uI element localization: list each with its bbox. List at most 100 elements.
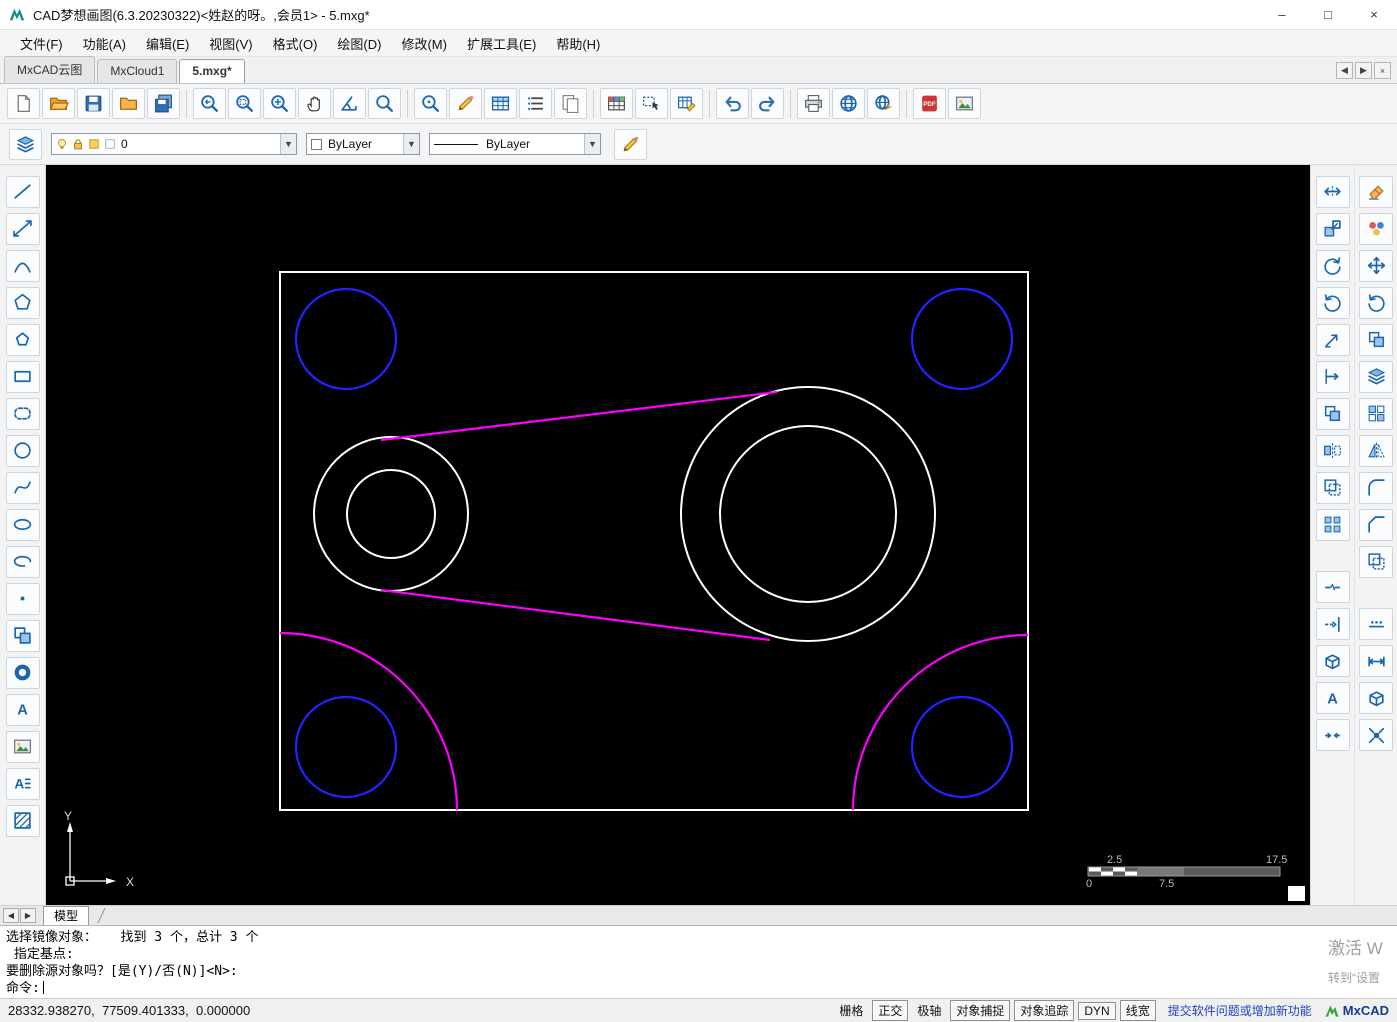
close-button[interactable]: × (1351, 0, 1397, 29)
menu-file[interactable]: 文件(F) (10, 31, 73, 56)
draw-mtext-button[interactable]: A (5, 767, 40, 800)
color-select[interactable]: ByLayer ▼ (306, 133, 420, 155)
erase-button[interactable] (1359, 175, 1393, 208)
explode-button[interactable] (1359, 719, 1393, 751)
web-button[interactable] (832, 88, 865, 119)
offset-button[interactable] (1315, 471, 1350, 504)
tab-scroll-right-button[interactable]: ▶ (1355, 62, 1372, 79)
measure-button[interactable] (333, 88, 366, 119)
rotate-ccw-button[interactable] (1315, 249, 1350, 282)
rotate-cw-button[interactable] (1315, 286, 1350, 319)
match-properties-button[interactable] (614, 128, 647, 160)
draw-point-button[interactable] (5, 582, 40, 615)
tab-close-button[interactable]: × (1374, 62, 1391, 79)
dimension-button[interactable] (1359, 645, 1393, 677)
model-tab[interactable]: 模型 (43, 905, 90, 926)
insert-image-button[interactable] (948, 88, 981, 119)
mirror-button[interactable] (1315, 434, 1350, 467)
copy-button[interactable] (1315, 397, 1350, 430)
layer-select[interactable]: 0 ▼ (51, 133, 297, 155)
new-file-button[interactable] (7, 88, 40, 119)
model-space-canvas[interactable]: Y X 2.5 17.5 0 7.5 (46, 165, 1310, 905)
toggle-lineweight[interactable]: 线宽 (1119, 1000, 1156, 1021)
command-input-line[interactable]: 命令: (6, 980, 1397, 997)
zoom-window-button[interactable] (228, 88, 261, 119)
copy-clipboard-button[interactable] (554, 88, 587, 119)
format-table-button[interactable] (600, 88, 633, 119)
tab-drawing-5mxg[interactable]: 5.mxg* (179, 59, 245, 83)
draw-ellipse-button[interactable] (5, 508, 40, 541)
zoom-previous-button[interactable] (193, 88, 226, 119)
redo-button[interactable] (751, 88, 784, 119)
draw-arc-button[interactable] (5, 249, 40, 282)
draw-spline-button[interactable] (5, 471, 40, 504)
solid-box-button[interactable] (1359, 682, 1393, 714)
array-rect-button[interactable] (1359, 397, 1393, 430)
layout-scroll-right-button[interactable]: ▶ (20, 908, 36, 923)
chamfer-button[interactable] (1359, 508, 1393, 541)
layout-scroll-left-button[interactable]: ◀ (3, 908, 19, 923)
open-folder-button[interactable] (112, 88, 145, 119)
menu-view[interactable]: 视图(V) (199, 31, 262, 56)
draw-revcloud-button[interactable] (5, 397, 40, 430)
open-file-button[interactable] (42, 88, 75, 119)
extrude-button[interactable] (1315, 645, 1350, 677)
break-button[interactable] (1315, 571, 1350, 603)
toggle-ortho[interactable]: 正交 (872, 1000, 909, 1021)
edit-text-button[interactable]: A (1315, 682, 1350, 714)
edit-pencil-button[interactable] (449, 88, 482, 119)
export-pdf-button[interactable]: PDF (913, 88, 946, 119)
draw-polygon-button[interactable] (5, 286, 40, 319)
array-button[interactable] (1315, 508, 1350, 541)
save-file-button[interactable] (77, 88, 110, 119)
trim-button[interactable] (1315, 360, 1350, 393)
zoom-scale-button[interactable] (368, 88, 401, 119)
move-button[interactable] (1359, 249, 1393, 282)
toggle-polar[interactable]: 极轴 (912, 1001, 946, 1020)
fillet-button[interactable] (1359, 471, 1393, 504)
web-publish-button[interactable] (867, 88, 900, 119)
select-objects-button[interactable] (635, 88, 668, 119)
draw-ellipse-arc-button[interactable] (5, 545, 40, 578)
properties-button[interactable] (1359, 212, 1393, 245)
toggle-dyn[interactable]: DYN (1078, 1001, 1116, 1020)
draw-polygon2-button[interactable] (5, 323, 40, 356)
tab-mxcad-cloud[interactable]: MxCAD云图 (4, 56, 96, 83)
menu-help[interactable]: 帮助(H) (546, 31, 610, 56)
maximize-button[interactable]: □ (1305, 0, 1351, 29)
tab-scroll-left-button[interactable]: ◀ (1336, 62, 1353, 79)
draw-text-button[interactable]: A (5, 693, 40, 726)
insert-raster-image-button[interactable] (5, 730, 40, 763)
align-button[interactable] (1315, 323, 1350, 356)
toggle-otrack[interactable]: 对象追踪 (1014, 1000, 1075, 1021)
feedback-link[interactable]: 提交软件问题或增加新功能 (1168, 1002, 1312, 1019)
zoom-extents-button[interactable] (263, 88, 296, 119)
layers-button[interactable] (1359, 360, 1393, 393)
draw-construction-line-button[interactable] (5, 212, 40, 245)
pan-button[interactable] (298, 88, 331, 119)
view-list-button[interactable] (519, 88, 552, 119)
menu-express-tools[interactable]: 扩展工具(E) (457, 31, 546, 56)
edit-table-button[interactable] (670, 88, 703, 119)
locate-point-button[interactable] (414, 88, 447, 119)
extend-button[interactable] (1315, 608, 1350, 640)
draw-circle-button[interactable] (5, 434, 40, 467)
layer-manager-button[interactable] (9, 128, 42, 160)
toggle-osnap[interactable]: 对象捕捉 (950, 1000, 1011, 1021)
rotate-button[interactable] (1359, 286, 1393, 319)
draw-donut-button[interactable] (5, 656, 40, 689)
join-button[interactable] (1315, 719, 1350, 751)
divide-button[interactable] (1359, 608, 1393, 640)
minimize-button[interactable]: – (1259, 0, 1305, 29)
mirror-object-button[interactable] (1359, 434, 1393, 467)
scale-button[interactable] (1315, 212, 1350, 245)
menu-edit[interactable]: 编辑(E) (136, 31, 199, 56)
save-as-button[interactable] (147, 88, 180, 119)
undo-button[interactable] (716, 88, 749, 119)
menu-function[interactable]: 功能(A) (73, 31, 136, 56)
draw-rectangle-button[interactable] (5, 360, 40, 393)
menu-draw[interactable]: 绘图(D) (327, 31, 391, 56)
offset-object-button[interactable] (1359, 545, 1393, 578)
copy-object-button[interactable] (1359, 323, 1393, 356)
toggle-grid[interactable]: 栅格 (834, 1001, 868, 1020)
